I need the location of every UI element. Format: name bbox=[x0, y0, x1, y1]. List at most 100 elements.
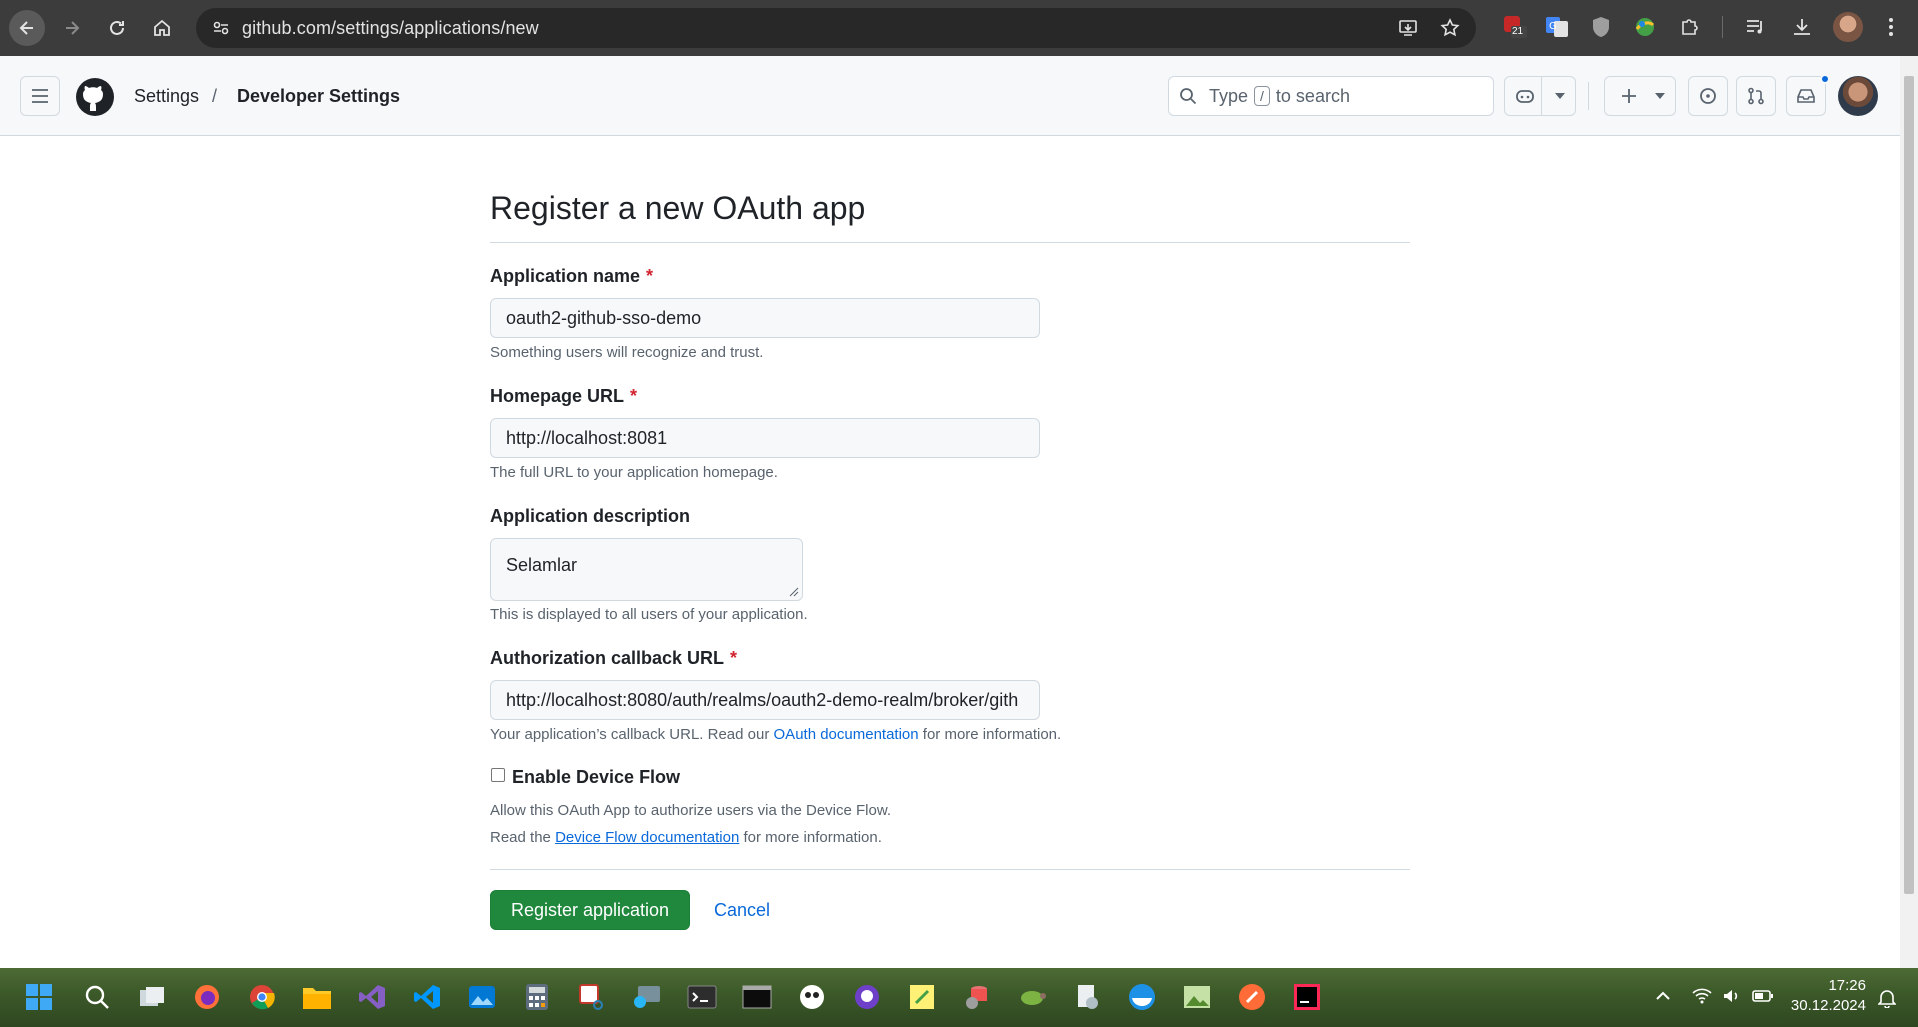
visual-studio-icon[interactable] bbox=[355, 980, 389, 1014]
file-explorer-icon[interactable] bbox=[300, 980, 334, 1014]
extension-icon[interactable]: 21 bbox=[1500, 12, 1530, 42]
hamburger-menu-button[interactable] bbox=[20, 76, 60, 116]
wifi-icon[interactable] bbox=[1692, 988, 1712, 1007]
device-flow-doc-note: Read the Device Flow documentation for m… bbox=[490, 829, 882, 846]
oauth-documentation-link[interactable]: OAuth documentation bbox=[774, 726, 919, 743]
required-mark: * bbox=[646, 266, 654, 286]
page-scrollbar[interactable] bbox=[1900, 56, 1918, 968]
issues-button[interactable] bbox=[1688, 76, 1728, 116]
github-logo-icon[interactable] bbox=[76, 78, 114, 116]
document-app-icon[interactable] bbox=[1070, 980, 1104, 1014]
clock[interactable]: 17:26 30.12.2024 bbox=[1786, 976, 1866, 1016]
shield-icon[interactable] bbox=[1586, 12, 1616, 42]
register-application-button[interactable]: Register application bbox=[490, 890, 690, 930]
docker-icon[interactable] bbox=[1125, 980, 1159, 1014]
breadcrumb-settings[interactable]: Settings bbox=[134, 86, 199, 107]
breadcrumb-developer-settings[interactable]: Developer Settings bbox=[237, 86, 400, 107]
volume-icon[interactable] bbox=[1722, 988, 1742, 1007]
resize-grip-icon[interactable] bbox=[789, 587, 799, 597]
media-icon[interactable] bbox=[1740, 12, 1770, 42]
install-app-icon[interactable] bbox=[1394, 14, 1422, 42]
device-flow-checkbox[interactable] bbox=[491, 768, 505, 782]
pull-requests-button[interactable] bbox=[1736, 76, 1776, 116]
cancel-link[interactable]: Cancel bbox=[714, 900, 770, 921]
tune-icon[interactable] bbox=[206, 13, 236, 43]
description-text: Selamlar bbox=[506, 555, 578, 575]
remote-desktop-icon[interactable] bbox=[630, 980, 664, 1014]
scrollbar-thumb[interactable] bbox=[1904, 76, 1914, 894]
database-tool-icon[interactable] bbox=[960, 980, 994, 1014]
callback-note-prefix: Your application’s callback URL. Read ou… bbox=[490, 726, 770, 743]
copilot-button[interactable] bbox=[1504, 76, 1576, 116]
puzzle-icon[interactable] bbox=[1675, 12, 1705, 42]
bookmark-star-icon[interactable] bbox=[1436, 14, 1464, 42]
toolbar-divider bbox=[1722, 16, 1723, 38]
forward-icon[interactable] bbox=[54, 10, 90, 46]
address-bar[interactable]: github.com/settings/applications/new bbox=[196, 8, 1476, 48]
translate-icon[interactable]: G bbox=[1542, 12, 1572, 42]
kebab-icon[interactable] bbox=[1876, 12, 1906, 42]
search-shortcut-key: / bbox=[1254, 86, 1270, 106]
profile-icon[interactable] bbox=[1833, 12, 1863, 42]
terminal-icon[interactable] bbox=[685, 980, 719, 1014]
sticky-notes-icon[interactable] bbox=[905, 980, 939, 1014]
title-divider bbox=[490, 242, 1410, 243]
calculator-icon[interactable] bbox=[520, 980, 554, 1014]
search-input[interactable]: Type / to search bbox=[1168, 76, 1494, 116]
header-divider bbox=[1588, 82, 1589, 110]
back-icon[interactable] bbox=[9, 10, 45, 46]
intellij-icon[interactable] bbox=[1290, 980, 1324, 1014]
page-title: Register a new OAuth app bbox=[490, 190, 866, 226]
description-textarea[interactable]: Selamlar bbox=[490, 538, 803, 601]
home-icon[interactable] bbox=[144, 10, 180, 46]
url-text[interactable]: github.com/settings/applications/new bbox=[242, 18, 539, 39]
reload-icon[interactable] bbox=[99, 10, 135, 46]
photos-icon[interactable] bbox=[465, 980, 499, 1014]
svg-text:G: G bbox=[1549, 21, 1557, 32]
puzzle-color-icon[interactable] bbox=[1630, 12, 1660, 42]
copilot-icon bbox=[1516, 90, 1534, 103]
search-icon[interactable] bbox=[80, 980, 114, 1014]
callback-note-suffix: for more information. bbox=[922, 726, 1062, 743]
snipping-tool-icon[interactable] bbox=[575, 980, 609, 1014]
app-name-input[interactable]: oauth2-github-sso-demo bbox=[490, 298, 1040, 338]
callback-label: Authorization callback URL * bbox=[490, 648, 737, 669]
issue-icon bbox=[1700, 88, 1716, 104]
device-flow-label[interactable]: Enable Device Flow bbox=[512, 767, 680, 788]
avatar[interactable] bbox=[1838, 76, 1878, 116]
create-new-button[interactable] bbox=[1604, 76, 1676, 116]
command-prompt-icon[interactable] bbox=[740, 980, 774, 1014]
chevron-up-icon[interactable] bbox=[1655, 988, 1671, 1004]
task-view-icon[interactable] bbox=[135, 980, 169, 1014]
copilot-divider bbox=[1541, 77, 1542, 115]
download-icon[interactable] bbox=[1787, 12, 1817, 42]
breadcrumb-separator: / bbox=[212, 86, 218, 106]
alien-app-icon[interactable] bbox=[795, 980, 829, 1014]
windows-start-icon[interactable] bbox=[22, 980, 56, 1014]
required-mark: * bbox=[730, 648, 738, 668]
search-suffix: to search bbox=[1275, 85, 1350, 106]
image-viewer-icon[interactable] bbox=[1180, 980, 1214, 1014]
github-desktop-icon[interactable] bbox=[850, 980, 884, 1014]
device-flow-note-suffix: for more information. bbox=[743, 829, 882, 846]
github-header: Settings / Developer Settings Type / to … bbox=[0, 56, 1900, 136]
chevron-down-icon bbox=[1555, 93, 1565, 99]
callback-note: Your application’s callback URL. Read ou… bbox=[490, 726, 1061, 743]
windows-taskbar: 17:26 30.12.2024 bbox=[0, 968, 1918, 1027]
firefox-icon[interactable] bbox=[190, 980, 224, 1014]
vscode-icon[interactable] bbox=[410, 980, 444, 1014]
callback-url-input[interactable]: http://localhost:8080/auth/realms/oauth2… bbox=[490, 680, 1040, 720]
search-prefix: Type bbox=[1209, 85, 1249, 106]
required-mark: * bbox=[630, 386, 638, 406]
notification-dot bbox=[1820, 74, 1830, 84]
notification-bell-icon[interactable] bbox=[1877, 988, 1897, 1011]
postman-icon[interactable] bbox=[1235, 980, 1269, 1014]
app-name-label: Application name * bbox=[490, 266, 653, 287]
description-label: Application description bbox=[490, 506, 691, 526]
plus-icon bbox=[1622, 89, 1636, 103]
chrome-icon[interactable] bbox=[245, 980, 279, 1014]
battery-icon[interactable] bbox=[1752, 988, 1774, 1007]
turtle-app-icon[interactable] bbox=[1015, 980, 1049, 1014]
homepage-url-input[interactable]: http://localhost:8081 bbox=[490, 418, 1040, 458]
device-flow-documentation-link[interactable]: Device Flow documentation bbox=[555, 829, 739, 846]
